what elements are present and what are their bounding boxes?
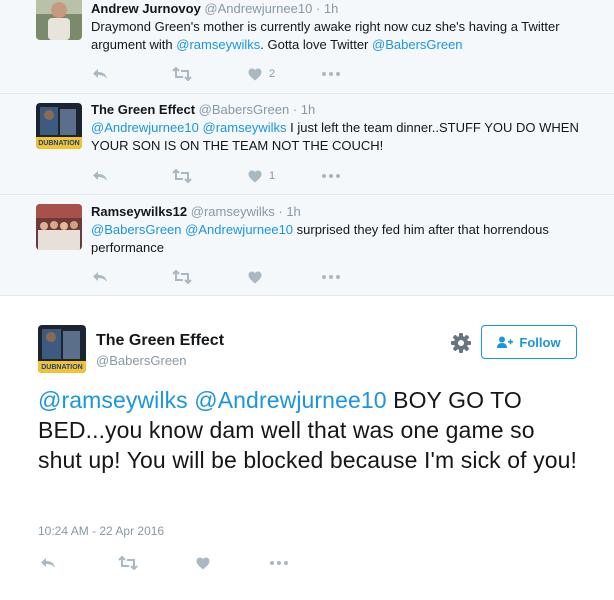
avatar[interactable]: DUBNATION	[36, 103, 82, 149]
add-user-icon	[497, 336, 514, 348]
mention-link[interactable]: @Andrewjurnee10	[91, 120, 199, 135]
tweet-header: Andrew Jurnovoy @Andrewjurnee10 · 1h	[91, 1, 594, 17]
retweet-icon	[172, 67, 192, 81]
tweet-text: @Andrewjurnee10 @ramseywilks I just left…	[91, 119, 594, 155]
separator: ·	[292, 102, 298, 117]
avatar[interactable]	[36, 204, 82, 250]
reply-button[interactable]	[92, 166, 108, 186]
reply-tweet[interactable]: Andrew Jurnovoy @Andrewjurnee10 · 1h Dra…	[0, 0, 614, 94]
reply-icon	[93, 272, 107, 282]
like-count: 1	[269, 170, 276, 182]
author-handle[interactable]: @Andrewjurnee10	[204, 1, 312, 16]
like-button[interactable]: 2	[248, 64, 275, 84]
reply-icon	[93, 171, 107, 181]
gear-icon	[451, 333, 471, 353]
tweet-text: @BabersGreen @Andrewjurnee10 surprised t…	[91, 221, 594, 257]
retweet-button[interactable]	[172, 267, 192, 287]
reply-tweet[interactable]: DUBNATION The Green Effect @BabersGreen …	[0, 94, 614, 195]
heart-icon	[248, 170, 262, 182]
author-name[interactable]: The Green Effect	[96, 332, 224, 350]
mention-link[interactable]: @Andrewjurnee10	[185, 222, 293, 237]
heart-icon	[248, 271, 262, 283]
separator: ·	[315, 1, 321, 16]
tweet-header: The Green Effect @BabersGreen · 1h	[91, 102, 594, 118]
author-handle[interactable]: @ramseywilks	[191, 204, 275, 219]
mention-link[interactable]: @ramseywilks	[203, 120, 287, 135]
text-segment: . Gotta love Twitter	[260, 37, 373, 52]
tweet-time[interactable]: 1h	[286, 204, 300, 219]
mention-link[interactable]: @Andrewjurnee10	[194, 387, 386, 413]
more-button[interactable]	[322, 166, 340, 186]
avatar-image	[36, 0, 82, 40]
follow-label: Follow	[519, 334, 561, 350]
author-handle[interactable]: @BabersGreen	[199, 102, 290, 117]
avatar-badge: DUBNATION	[41, 364, 83, 371]
more-icon	[322, 275, 340, 279]
reply-button[interactable]	[92, 64, 108, 84]
author-name[interactable]: Andrew Jurnovoy	[91, 1, 201, 16]
more-button[interactable]	[322, 267, 340, 287]
more-button[interactable]	[322, 64, 340, 84]
mention-link[interactable]: @ramseywilks	[176, 37, 260, 52]
tweet-time[interactable]: 1h	[301, 102, 315, 117]
separator: ·	[278, 204, 283, 219]
like-count: 2	[269, 68, 276, 80]
tweet-actions: 1	[92, 166, 372, 186]
reply-tweet[interactable]: Ramseywilks12 @ramseywilks · 1h @BabersG…	[0, 195, 614, 296]
tweet-time[interactable]: 1h	[324, 1, 338, 16]
more-icon	[322, 174, 340, 178]
retweet-icon	[118, 556, 138, 570]
tweet-header: Ramseywilks12 @ramseywilks · 1h	[91, 204, 594, 220]
mention-link[interactable]: @ramseywilks	[38, 387, 188, 413]
mention-link[interactable]: @BabersGreen	[372, 37, 463, 52]
heart-icon	[248, 68, 262, 80]
author-handle[interactable]: @BabersGreen	[96, 353, 187, 368]
tweet-timestamp[interactable]: 10:24 AM - 22 Apr 2016	[38, 524, 164, 538]
more-button[interactable]	[270, 553, 288, 573]
reply-icon	[41, 558, 55, 568]
tweet-text: Draymond Green's mother is currently awa…	[91, 18, 594, 54]
more-icon	[322, 72, 340, 76]
author-name[interactable]: The Green Effect	[91, 102, 195, 117]
reply-icon	[93, 69, 107, 79]
like-button[interactable]: 1	[248, 166, 275, 186]
main-tweet: DUBNATION The Green Effect @BabersGreen …	[0, 296, 614, 600]
author-name[interactable]: Ramseywilks12	[91, 204, 187, 219]
retweet-button[interactable]	[172, 64, 192, 84]
avatar[interactable]	[36, 0, 82, 40]
retweet-icon	[172, 169, 192, 183]
tweet-actions: 2	[92, 64, 372, 84]
like-button[interactable]	[248, 267, 269, 287]
reply-button[interactable]	[92, 267, 108, 287]
tweet-text: @ramseywilks @Andrewjurnee10 BOY GO TO B…	[38, 385, 578, 475]
like-button[interactable]	[196, 553, 210, 573]
avatar-badge: DUBNATION	[38, 140, 80, 147]
tweet-actions	[40, 553, 320, 573]
retweet-button[interactable]	[118, 553, 138, 573]
avatar-image	[36, 204, 82, 250]
avatar[interactable]: DUBNATION	[38, 325, 86, 373]
retweet-icon	[172, 270, 192, 284]
mention-link[interactable]: @BabersGreen	[91, 222, 182, 237]
follow-button[interactable]: Follow	[481, 325, 577, 359]
settings-button[interactable]	[450, 332, 472, 354]
tweet-actions	[92, 267, 372, 287]
more-icon	[270, 561, 288, 565]
reply-button[interactable]	[40, 553, 56, 573]
heart-icon	[196, 557, 210, 569]
retweet-button[interactable]	[172, 166, 192, 186]
